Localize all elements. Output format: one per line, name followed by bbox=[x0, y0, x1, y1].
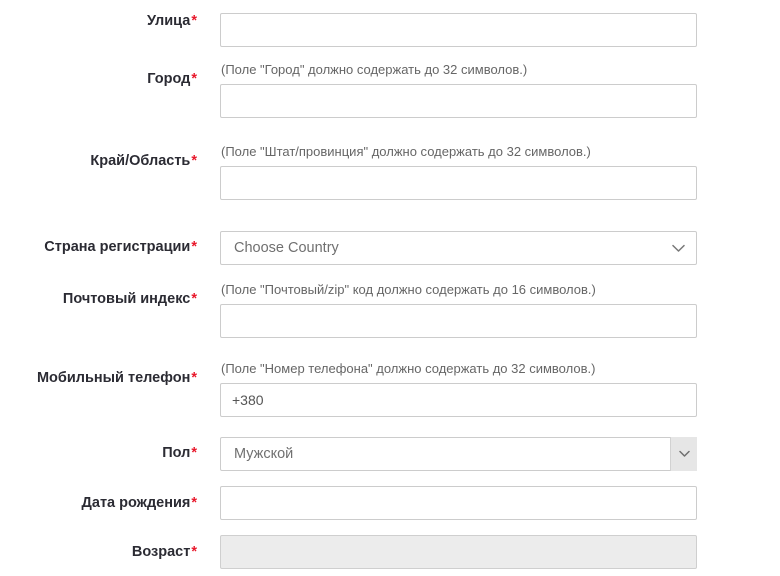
gender-select-dropdown-button[interactable] bbox=[670, 437, 697, 471]
city-input[interactable] bbox=[220, 84, 697, 119]
gender-select[interactable]: Мужской bbox=[220, 437, 697, 471]
control-phone: (Поле "Номер телефона" должно содержать … bbox=[197, 361, 780, 418]
birthdate-input[interactable] bbox=[220, 486, 697, 520]
registration-address-form: Улица* Город* (Поле "Город" должно содер… bbox=[0, 0, 780, 576]
gender-select-value: Мужской bbox=[234, 446, 294, 462]
postcode-input[interactable] bbox=[220, 304, 697, 339]
control-gender: Мужской bbox=[197, 437, 780, 471]
form-row-postcode: Почтовый индекс* (Поле "Почтовый/zip" ко… bbox=[0, 282, 780, 339]
form-row-street: Улица* bbox=[0, 13, 780, 47]
label-age: Возраст* bbox=[131, 544, 197, 560]
label-gender: Пол* bbox=[162, 445, 197, 461]
state-input[interactable] bbox=[220, 166, 697, 201]
label-postcode: Почтовый индекс* bbox=[62, 291, 197, 307]
chevron-down-icon bbox=[672, 232, 685, 264]
form-row-gender: Пол* Мужской bbox=[0, 437, 780, 471]
label-city: Город* bbox=[147, 71, 197, 87]
label-state: Край/Область* bbox=[90, 153, 197, 169]
phone-input[interactable] bbox=[220, 383, 697, 418]
chevron-down-icon bbox=[678, 450, 690, 458]
label-phone: Мобильный телефон* bbox=[36, 370, 197, 386]
label-street: Улица* bbox=[146, 13, 197, 29]
form-row-birthdate: Дата рождения* bbox=[0, 486, 780, 520]
country-select[interactable]: Choose Country bbox=[220, 231, 697, 265]
control-city: (Поле "Город" должно содержать до 32 сим… bbox=[197, 62, 780, 119]
control-age bbox=[197, 535, 780, 569]
form-row-age: Возраст* bbox=[0, 535, 780, 569]
country-select-box[interactable]: Choose Country bbox=[220, 231, 697, 265]
control-birthdate bbox=[197, 486, 780, 520]
postcode-hint: (Поле "Почтовый/zip" код должно содержат… bbox=[221, 282, 596, 297]
label-birthdate: Дата рождения* bbox=[81, 495, 197, 511]
gender-select-box[interactable]: Мужской bbox=[220, 437, 697, 471]
form-row-country: Страна регистрации* Choose Country bbox=[0, 231, 780, 265]
country-select-value: Choose Country bbox=[234, 240, 339, 256]
control-country: Choose Country bbox=[197, 231, 780, 265]
control-state: (Поле "Штат/провинция" должно содержать … bbox=[197, 144, 780, 201]
form-row-phone: Мобильный телефон* (Поле "Номер телефона… bbox=[0, 361, 780, 418]
phone-hint: (Поле "Номер телефона" должно содержать … bbox=[221, 361, 596, 376]
state-hint: (Поле "Штат/провинция" должно содержать … bbox=[221, 144, 591, 159]
street-input[interactable] bbox=[220, 13, 697, 47]
form-row-city: Город* (Поле "Город" должно содержать до… bbox=[0, 62, 780, 119]
city-hint: (Поле "Город" должно содержать до 32 сим… bbox=[221, 62, 528, 77]
form-row-state: Край/Область* (Поле "Штат/провинция" дол… bbox=[0, 144, 780, 201]
control-street bbox=[197, 13, 780, 47]
age-input bbox=[220, 535, 697, 569]
control-postcode: (Поле "Почтовый/zip" код должно содержат… bbox=[197, 282, 780, 339]
label-country: Страна регистрации* bbox=[44, 239, 197, 255]
